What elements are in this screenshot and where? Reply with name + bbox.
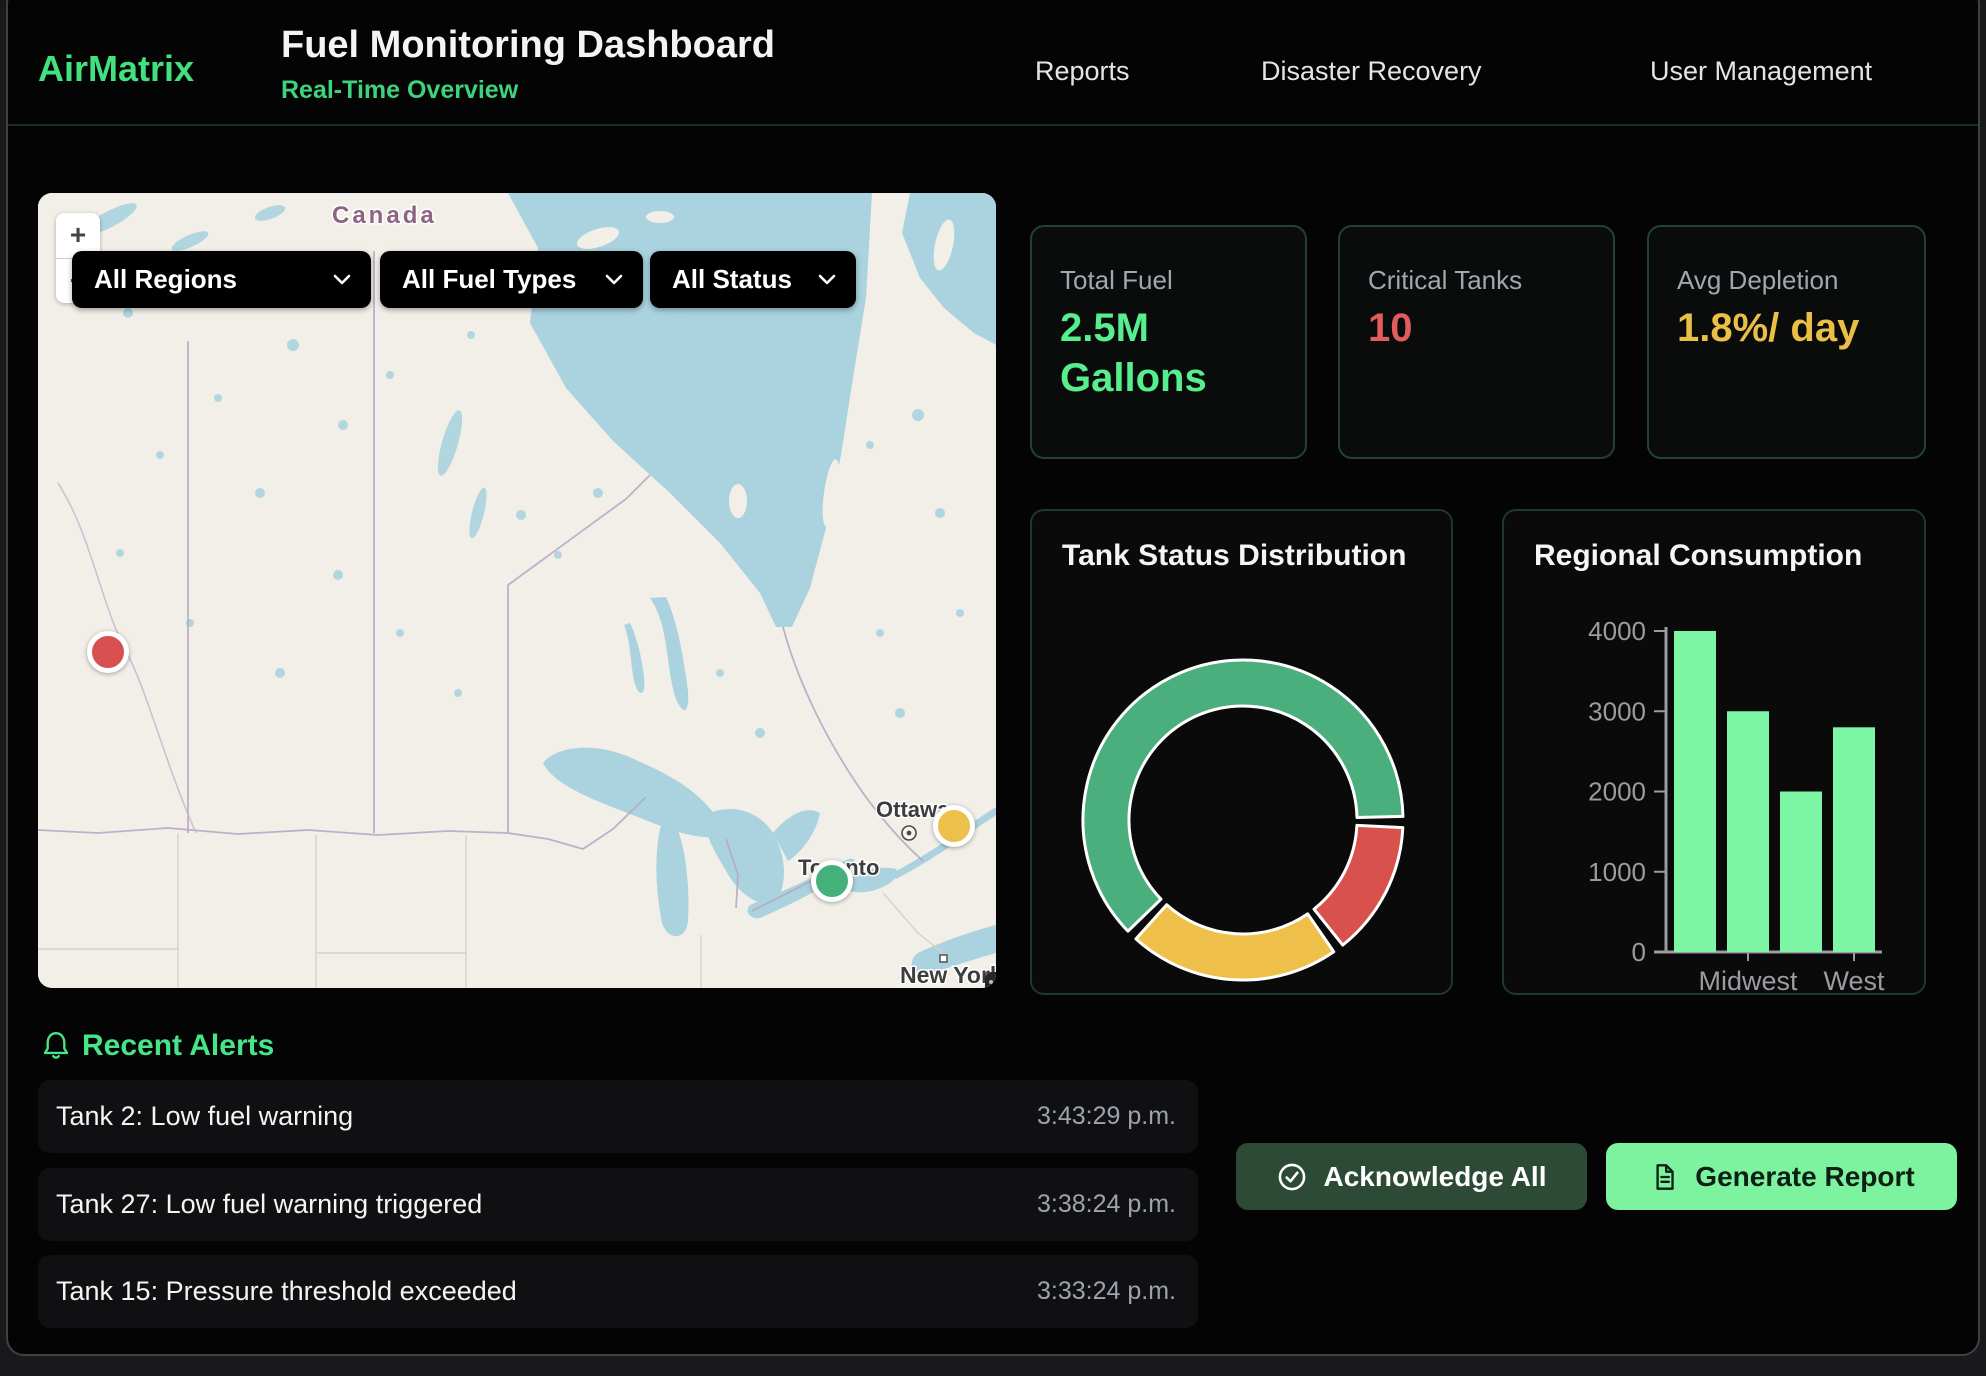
alert-text: Tank 2: Low fuel warning bbox=[56, 1101, 353, 1132]
bar-1 bbox=[1727, 711, 1769, 952]
nav-user-management[interactable]: User Management bbox=[1650, 56, 1872, 87]
generate-report-button[interactable]: Generate Report bbox=[1606, 1143, 1957, 1210]
svg-text:0: 0 bbox=[1632, 937, 1646, 967]
alert-time: 3:33:24 p.m. bbox=[1037, 1277, 1176, 1306]
stat-card-critical-tanks: Critical Tanks 10 bbox=[1338, 225, 1615, 459]
map-label-newyork: New York bbox=[900, 962, 996, 988]
bar-0 bbox=[1674, 631, 1716, 952]
alert-text: Tank 15: Pressure threshold exceeded bbox=[56, 1276, 517, 1307]
chevron-down-icon bbox=[818, 274, 836, 285]
tank-status-panel: Tank Status Distribution bbox=[1030, 509, 1453, 995]
app-logo: AirMatrix bbox=[38, 48, 194, 90]
status-filter-value: All Status bbox=[672, 264, 792, 295]
tank-marker-warning[interactable] bbox=[933, 805, 975, 847]
alert-row[interactable]: Tank 2: Low fuel warning 3:43:29 p.m. bbox=[38, 1080, 1198, 1153]
generate-report-label: Generate Report bbox=[1695, 1161, 1914, 1193]
svg-text:Midwest: Midwest bbox=[1698, 966, 1798, 996]
stat-label: Total Fuel bbox=[1060, 265, 1173, 296]
alert-row[interactable]: Tank 15: Pressure threshold exceeded 3:3… bbox=[38, 1255, 1198, 1328]
nav-disaster-recovery[interactable]: Disaster Recovery bbox=[1261, 56, 1482, 87]
alert-row[interactable]: Tank 27: Low fuel warning triggered 3:38… bbox=[38, 1168, 1198, 1241]
svg-text:West: West bbox=[1823, 966, 1885, 996]
fuel-type-filter-dropdown[interactable]: All Fuel Types bbox=[380, 251, 643, 308]
svg-text:3000: 3000 bbox=[1588, 696, 1646, 726]
fuel-map[interactable]: Canada Ottawa Toronto New York + − All R… bbox=[38, 193, 996, 988]
acknowledge-all-button[interactable]: Acknowledge All bbox=[1236, 1143, 1587, 1210]
tank-marker-critical[interactable] bbox=[87, 631, 129, 673]
alert-time: 3:38:24 p.m. bbox=[1037, 1190, 1176, 1219]
stat-value-avg-depletion: 1.8%/ day bbox=[1677, 303, 1902, 353]
chevron-down-icon bbox=[333, 274, 351, 285]
donut-segment-warning bbox=[1136, 905, 1334, 980]
regional-consumption-panel: 0 1000 2000 3000 4000 Midwest West Regional Co… bbox=[1502, 509, 1926, 995]
donut-segment-critical bbox=[1314, 825, 1403, 945]
alert-text: Tank 27: Low fuel warning triggered bbox=[56, 1189, 482, 1220]
tank-status-donut-chart bbox=[1078, 655, 1408, 985]
map-label-canada: Canada bbox=[332, 202, 437, 229]
region-filter-dropdown[interactable]: All Regions bbox=[72, 251, 371, 308]
page-subtitle: Real-Time Overview bbox=[281, 76, 518, 105]
check-circle-icon bbox=[1276, 1161, 1308, 1193]
bell-icon bbox=[40, 1030, 72, 1062]
acknowledge-all-label: Acknowledge All bbox=[1323, 1161, 1546, 1193]
chevron-down-icon bbox=[605, 274, 623, 285]
svg-text:4000: 4000 bbox=[1588, 616, 1646, 646]
map-drag-handle[interactable] bbox=[985, 972, 996, 988]
region-filter-value: All Regions bbox=[94, 264, 237, 295]
header: AirMatrix Fuel Monitoring Dashboard Real… bbox=[8, 0, 1978, 126]
regional-consumption-title: Regional Consumption bbox=[1534, 539, 1862, 573]
document-icon bbox=[1648, 1161, 1680, 1193]
stat-value-critical-tanks: 10 bbox=[1368, 303, 1593, 353]
stat-card-avg-depletion: Avg Depletion 1.8%/ day bbox=[1647, 225, 1926, 459]
basemap: Canada Ottawa Toronto New York bbox=[38, 193, 996, 988]
page-title: Fuel Monitoring Dashboard bbox=[281, 24, 775, 67]
tank-status-title: Tank Status Distribution bbox=[1062, 539, 1406, 573]
svg-text:1000: 1000 bbox=[1588, 857, 1646, 887]
svg-text:2000: 2000 bbox=[1588, 777, 1646, 807]
stat-label: Avg Depletion bbox=[1677, 265, 1838, 296]
dashboard-window: AirMatrix Fuel Monitoring Dashboard Real… bbox=[6, 0, 1980, 1356]
bar-3 bbox=[1833, 727, 1875, 952]
alert-time: 3:43:29 p.m. bbox=[1037, 1102, 1176, 1131]
regional-consumption-bar-chart: 0 1000 2000 3000 4000 Midwest West bbox=[1504, 511, 1928, 997]
bar-2 bbox=[1780, 792, 1822, 953]
tank-marker-normal[interactable] bbox=[811, 860, 853, 902]
recent-alerts-title: Recent Alerts bbox=[82, 1029, 274, 1063]
stat-value-total-fuel: 2.5M Gallons bbox=[1060, 303, 1285, 403]
nav-reports[interactable]: Reports bbox=[1035, 56, 1130, 87]
stat-label: Critical Tanks bbox=[1368, 265, 1522, 296]
fuel-type-filter-value: All Fuel Types bbox=[402, 264, 576, 295]
stat-card-total-fuel: Total Fuel 2.5M Gallons bbox=[1030, 225, 1307, 459]
status-filter-dropdown[interactable]: All Status bbox=[650, 251, 856, 308]
